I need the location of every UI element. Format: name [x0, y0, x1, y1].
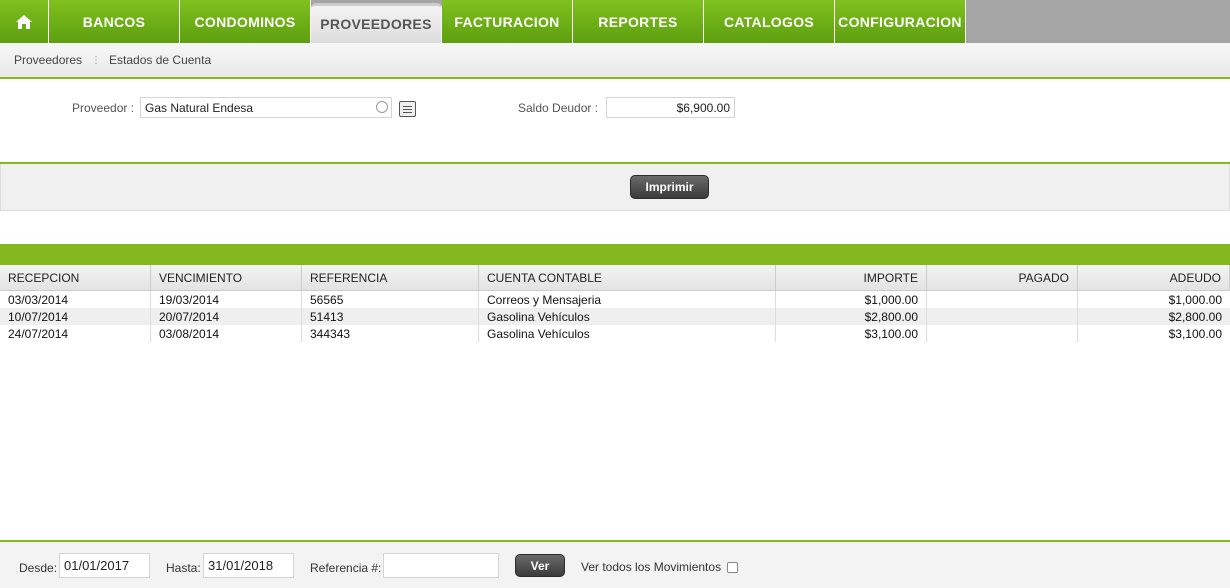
- hasta-label: Hasta:: [166, 561, 201, 575]
- table-row[interactable]: 03/03/2014 19/03/2014 56565 Correos y Me…: [0, 291, 1230, 308]
- cell-cuenta-contable: Correos y Mensajeria: [479, 291, 776, 308]
- saldo-deudor-field: $6,900.00: [606, 97, 735, 118]
- home-icon: [16, 14, 32, 29]
- list-lookup-icon[interactable]: [399, 101, 416, 117]
- cell-importe: $1,000.00: [776, 291, 927, 308]
- home-tab[interactable]: [0, 0, 49, 43]
- ver-todos-checkbox[interactable]: [727, 562, 738, 573]
- desde-input[interactable]: 01/01/2017: [59, 553, 150, 578]
- print-toolbar: Imprimir: [0, 164, 1230, 211]
- column-header-adeudo[interactable]: ADEUDO: [1078, 265, 1230, 291]
- saldo-deudor-label: Saldo Deudor :: [518, 101, 599, 115]
- cell-referencia: 344343: [302, 325, 479, 342]
- clear-icon[interactable]: [376, 101, 388, 113]
- cell-vencimiento: 03/08/2014: [151, 325, 302, 342]
- imprimir-button[interactable]: Imprimir: [630, 175, 709, 199]
- column-header-vencimiento[interactable]: VENCIMIENTO: [151, 265, 302, 291]
- tab-proveedores[interactable]: PROVEEDORES: [311, 3, 442, 43]
- proveedor-label: Proveedor :: [72, 101, 135, 115]
- column-header-referencia[interactable]: REFERENCIA: [302, 265, 479, 291]
- tab-condominos[interactable]: CONDOMINOS: [180, 0, 311, 43]
- cell-pagado: [927, 308, 1078, 325]
- column-header-importe[interactable]: IMPORTE: [776, 265, 927, 291]
- cell-adeudo: $3,100.00: [1168, 326, 1222, 341]
- main-nav: BANCOS CONDOMINOS PROVEEDORES FACTURACIO…: [0, 0, 1230, 43]
- table-row[interactable]: 24/07/2014 03/08/2014 344343 Gasolina Ve…: [0, 325, 1230, 342]
- table-header: RECEPCION VENCIMIENTO REFERENCIA CUENTA …: [0, 265, 1230, 291]
- referencia-label: Referencia #:: [310, 561, 382, 575]
- cell-vencimiento: 20/07/2014: [151, 308, 302, 325]
- cell-importe: $3,100.00: [776, 325, 927, 342]
- app-window: BANCOS CONDOMINOS PROVEEDORES FACTURACIO…: [0, 0, 1230, 588]
- cell-recepcion: 24/07/2014: [0, 325, 151, 342]
- column-header-recepcion[interactable]: RECEPCION: [0, 265, 151, 291]
- cell-cuenta-contable: Gasolina Vehículos: [479, 308, 776, 325]
- breadcrumb-separator-icon: ⋮: [91, 54, 102, 66]
- referencia-input[interactable]: [383, 553, 499, 578]
- tab-catalogos[interactable]: CATALOGOS: [704, 0, 835, 43]
- column-header-pagado[interactable]: PAGADO: [927, 265, 1078, 291]
- cell-referencia: 51413: [302, 308, 479, 325]
- proveedor-field[interactable]: Gas Natural Endesa: [140, 97, 392, 118]
- table-header-band: [0, 244, 1230, 265]
- hasta-value: 31/01/2018: [208, 558, 274, 573]
- breadcrumb-item-estados-de-cuenta: Estados de Cuenta: [109, 53, 212, 67]
- breadcrumb-item-proveedores[interactable]: Proveedores: [14, 53, 82, 67]
- cell-recepcion: 03/03/2014: [0, 291, 151, 308]
- table-body: 03/03/2014 19/03/2014 56565 Correos y Me…: [0, 291, 1230, 342]
- filter-bar: Desde: 01/01/2017 Hasta: 31/01/2018 Refe…: [0, 540, 1230, 588]
- tab-reportes[interactable]: REPORTES: [573, 0, 704, 43]
- cell-vencimiento: 19/03/2014: [151, 291, 302, 308]
- cell-adeudo: $2,800.00: [1168, 309, 1222, 324]
- saldo-deudor-value: $6,900.00: [676, 100, 730, 115]
- ver-button[interactable]: Ver: [515, 554, 565, 577]
- hasta-input[interactable]: 31/01/2018: [203, 553, 294, 578]
- column-header-cuenta-contable[interactable]: CUENTA CONTABLE: [479, 265, 776, 291]
- ver-todos-label: Ver todos los Movimientos: [581, 560, 722, 574]
- cell-pagado: [927, 291, 1078, 308]
- desde-value: 01/01/2017: [64, 558, 130, 573]
- desde-label: Desde:: [19, 561, 58, 575]
- breadcrumb: Proveedores ⋮ Estados de Cuenta: [0, 43, 1230, 79]
- tab-facturacion[interactable]: FACTURACION: [442, 0, 573, 43]
- proveedor-value: Gas Natural Endesa: [145, 100, 254, 115]
- cell-importe: $2,800.00: [776, 308, 927, 325]
- tab-configuracion[interactable]: CONFIGURACION: [835, 0, 966, 43]
- cell-recepcion: 10/07/2014: [0, 308, 151, 325]
- table-row[interactable]: 10/07/2014 20/07/2014 51413 Gasolina Veh…: [0, 308, 1230, 325]
- cell-cuenta-contable: Gasolina Vehículos: [479, 325, 776, 342]
- cell-adeudo: $1,000.00: [1168, 292, 1222, 307]
- cell-pagado: [927, 325, 1078, 342]
- tab-bancos[interactable]: BANCOS: [49, 0, 180, 43]
- cell-referencia: 56565: [302, 291, 479, 308]
